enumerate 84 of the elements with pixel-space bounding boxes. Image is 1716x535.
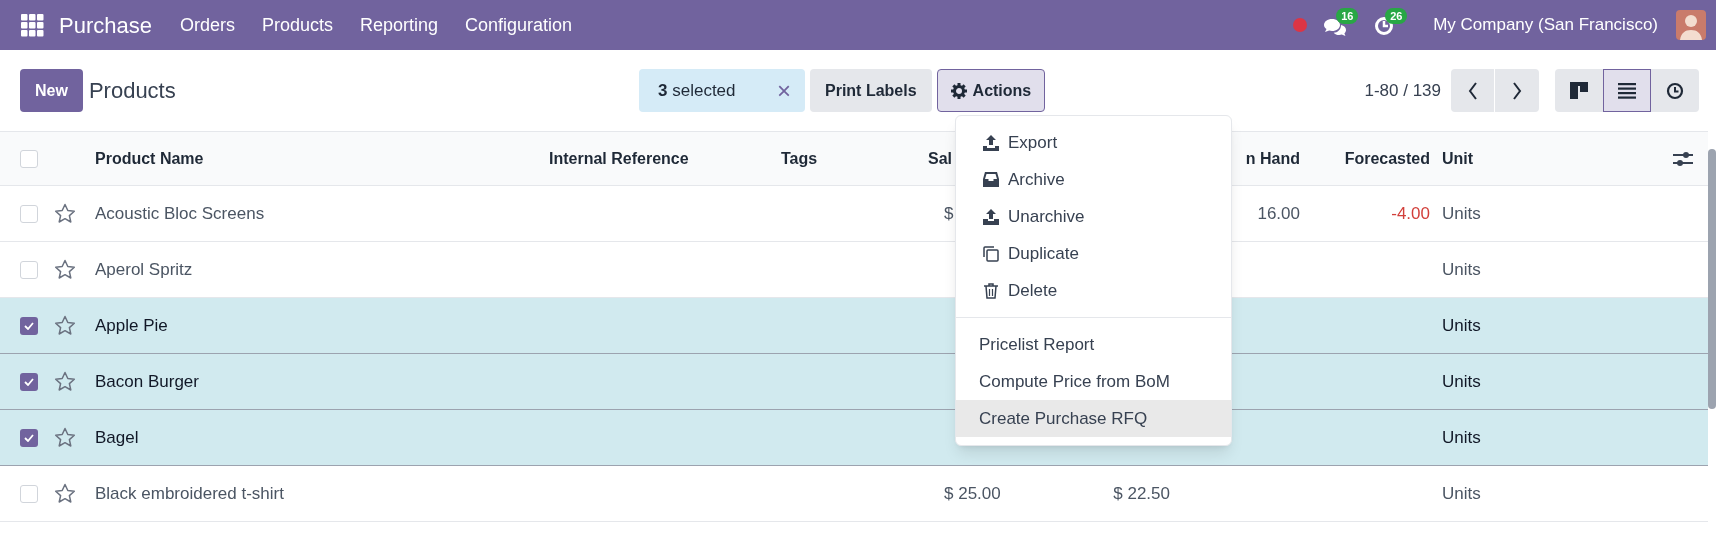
star-icon[interactable] bbox=[54, 371, 76, 392]
product-name: Black embroidered t-shirt bbox=[95, 483, 284, 503]
star-icon[interactable] bbox=[54, 483, 76, 504]
chevron-right-icon bbox=[1512, 81, 1522, 100]
actions-button[interactable]: Actions bbox=[936, 69, 1046, 112]
view-switch-button[interactable] bbox=[1603, 69, 1651, 112]
column-header[interactable]: Unit bbox=[1442, 149, 1474, 167]
apps-menu-icon[interactable] bbox=[21, 13, 44, 37]
column-header[interactable]: Product Name bbox=[95, 149, 204, 167]
previous-page-button[interactable] bbox=[1451, 69, 1495, 112]
row-checkbox[interactable] bbox=[20, 428, 38, 447]
app-name[interactable]: Purchase bbox=[59, 8, 152, 42]
new-button[interactable]: New bbox=[20, 69, 83, 112]
unit-value: Units bbox=[1442, 427, 1481, 447]
unit-value: Units bbox=[1442, 483, 1481, 503]
chevron-left-icon bbox=[1467, 81, 1478, 100]
copy-icon bbox=[982, 244, 1000, 263]
on-hand-value: 16.00 bbox=[1257, 203, 1300, 223]
star-icon[interactable] bbox=[54, 427, 76, 448]
unit-value: Units bbox=[1442, 259, 1481, 279]
product-name: Bagel bbox=[95, 427, 139, 447]
column-header[interactable]: Forecasted bbox=[1344, 149, 1430, 167]
column-header[interactable]: n Hand bbox=[1245, 149, 1300, 167]
menu-item[interactable]: Products bbox=[261, 11, 333, 39]
checkmark-icon bbox=[24, 433, 34, 442]
page-title: Products bbox=[88, 77, 176, 105]
row-checkbox[interactable] bbox=[20, 316, 38, 335]
menu-item[interactable]: Unarchive bbox=[956, 198, 1231, 235]
scrollbar-thumb[interactable] bbox=[1708, 149, 1716, 409]
column-header[interactable]: Internal Reference bbox=[549, 149, 689, 167]
print-labels-button[interactable]: Print Labels bbox=[810, 69, 932, 112]
checkmark-icon bbox=[24, 321, 34, 330]
status-dot-icon bbox=[1293, 18, 1308, 32]
notification-badge: 16 bbox=[1336, 8, 1359, 24]
product-name: Aperol Spritz bbox=[95, 259, 193, 279]
menu-item[interactable]: Orders bbox=[179, 11, 235, 39]
column-settings-icon[interactable] bbox=[1673, 149, 1693, 168]
row-checkbox[interactable] bbox=[20, 204, 38, 223]
menu-item[interactable]: Archive bbox=[956, 161, 1231, 198]
clear-selection-button[interactable]: × bbox=[777, 78, 791, 103]
menu-item[interactable]: Export bbox=[956, 124, 1231, 161]
kanban-view-icon bbox=[1570, 81, 1588, 100]
unit-value: Units bbox=[1442, 315, 1481, 335]
column-header[interactable]: Sal bbox=[928, 149, 952, 167]
inbox-icon bbox=[982, 170, 1000, 189]
star-icon[interactable] bbox=[54, 315, 76, 336]
star-icon[interactable] bbox=[54, 259, 76, 280]
product-name: Acoustic Bloc Screens bbox=[95, 203, 265, 223]
row-checkbox[interactable] bbox=[20, 372, 38, 391]
list-view-icon bbox=[1618, 81, 1636, 100]
company-switcher[interactable]: My Company (San Francisco) bbox=[1433, 12, 1658, 38]
row-checkbox[interactable] bbox=[20, 260, 38, 279]
menu-item[interactable]: Duplicate bbox=[956, 235, 1231, 272]
cost-value: $ 22.50 bbox=[1113, 483, 1170, 503]
menu-item[interactable]: Delete bbox=[956, 272, 1231, 309]
gear-icon bbox=[950, 82, 967, 99]
select-all-checkbox[interactable] bbox=[20, 149, 38, 168]
product-name: Bacon Burger bbox=[95, 371, 199, 391]
sales-price: $ bbox=[944, 203, 954, 223]
upload-icon bbox=[982, 207, 1000, 226]
unit-value: Units bbox=[1442, 203, 1481, 223]
export-icon bbox=[982, 133, 1000, 152]
selection-count-text: 3 selected bbox=[658, 79, 736, 102]
menu-item[interactable]: Configuration bbox=[465, 11, 573, 39]
avatar-icon[interactable] bbox=[1676, 10, 1706, 40]
view-switch-button[interactable] bbox=[1651, 69, 1699, 112]
forecasted-value: -4.00 bbox=[1391, 203, 1430, 223]
product-name: Apple Pie bbox=[95, 315, 168, 335]
star-icon[interactable] bbox=[54, 203, 76, 224]
menu-item[interactable]: Compute Price from BoM bbox=[956, 363, 1231, 400]
trash-icon bbox=[982, 281, 1000, 300]
checkmark-icon bbox=[24, 377, 34, 386]
unit-value: Units bbox=[1442, 371, 1481, 391]
menu-item[interactable]: Pricelist Report bbox=[956, 326, 1231, 363]
clock-icon bbox=[1666, 81, 1684, 100]
menu-item[interactable]: Create Purchase RFQ bbox=[956, 400, 1231, 437]
next-page-button[interactable] bbox=[1495, 69, 1539, 112]
column-header[interactable]: Tags bbox=[781, 149, 818, 167]
menu-item[interactable]: Reporting bbox=[360, 11, 439, 39]
sales-price: $ 25.00 bbox=[944, 483, 1001, 503]
pager-text: 1-80 / 139 bbox=[1364, 79, 1441, 102]
row-checkbox[interactable] bbox=[20, 484, 38, 503]
notification-badge: 26 bbox=[1385, 8, 1408, 24]
view-switch-button[interactable] bbox=[1555, 69, 1603, 112]
